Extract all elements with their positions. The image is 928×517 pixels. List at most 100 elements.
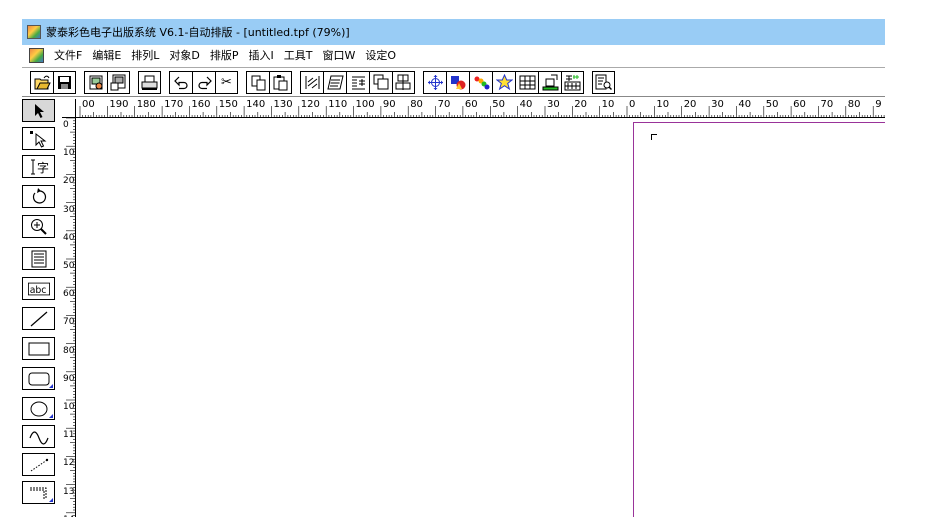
ruler-label: 40 <box>519 99 533 110</box>
open-button[interactable] <box>30 70 53 94</box>
ruler-label: 190 <box>109 99 129 110</box>
curve-tool[interactable] <box>22 425 55 448</box>
vertical-ruler[interactable]: 0102030405060708090100110120130140 <box>62 118 76 517</box>
rounded-rect-icon <box>28 372 49 385</box>
toolbar-group-edit: ✂ <box>169 70 238 94</box>
pinyin-button[interactable] <box>561 70 584 94</box>
move-button[interactable] <box>423 70 446 94</box>
toolbar-group-preview <box>592 70 615 94</box>
import-image-button[interactable] <box>84 70 107 94</box>
select-arrow-tool[interactable] <box>22 99 55 122</box>
text-cursor-icon: 字 <box>30 159 49 175</box>
line-icon <box>30 311 47 326</box>
layer-stack-button[interactable] <box>369 70 392 94</box>
ruler-label: 10 <box>601 99 615 110</box>
text-tool[interactable]: 字 <box>22 155 55 178</box>
dotted-line-tool[interactable] <box>22 453 55 476</box>
menu-tools[interactable]: 工具T <box>279 47 318 63</box>
preview-button[interactable] <box>592 70 615 94</box>
ruler-label: 180 <box>136 99 156 110</box>
color-button[interactable] <box>469 70 492 94</box>
menu-typeset[interactable]: 排版P <box>205 47 244 63</box>
text-wrap-icon <box>351 76 365 89</box>
menu-bar: 文件F 编辑E 排列L 对象D 排版P 插入I 工具T 窗口W 设定O <box>22 45 885 65</box>
table-tool[interactable] <box>22 481 55 504</box>
ruler-label: 80 <box>847 99 861 110</box>
menu-insert[interactable]: 插入I <box>244 47 279 63</box>
menu-arrange[interactable]: 排列L <box>126 47 164 63</box>
ruler-label: 0 <box>629 99 636 110</box>
ruler-label: 120 <box>300 99 320 110</box>
app-window: 蒙泰彩色电子出版系统 V6.1-自动排版 - [untitled.tpf (79… <box>0 0 885 517</box>
copy-button[interactable] <box>246 70 269 94</box>
rectangle-tool[interactable] <box>22 337 55 360</box>
ruler-label: 40 <box>738 99 752 110</box>
cut-button[interactable]: ✂ <box>215 70 238 94</box>
save-button[interactable] <box>53 70 76 94</box>
ruler-label: 00 <box>82 99 95 110</box>
print-button[interactable] <box>138 70 161 94</box>
layer-stack-icon <box>373 74 388 89</box>
preview-icon <box>595 74 612 90</box>
image-insert-icon <box>542 74 558 90</box>
open-folder-icon <box>34 75 51 89</box>
ruler-label: 70 <box>63 317 75 328</box>
rounded-rect-tool[interactable] <box>22 367 55 390</box>
export-image-button[interactable] <box>107 70 130 94</box>
menu-window[interactable]: 窗口W <box>318 47 361 63</box>
pinyin-icon <box>564 74 581 90</box>
export-image-icon <box>110 74 126 90</box>
copy-icon <box>251 75 265 90</box>
node-select-tool[interactable] <box>22 127 55 150</box>
ruler-label: 30 <box>711 99 724 110</box>
page-boundary <box>633 122 885 517</box>
document-menu-icon[interactable] <box>29 47 44 63</box>
rectangle-icon <box>28 342 49 355</box>
title-bar[interactable]: 蒙泰彩色电子出版系统 V6.1-自动排版 - [untitled.tpf (79… <box>22 19 885 45</box>
svg-text:abc: abc <box>29 284 46 295</box>
toolbar-group-image <box>84 70 130 94</box>
star-icon <box>495 73 513 90</box>
abc-text-tool[interactable]: abc <box>22 277 55 300</box>
text-block-icon <box>326 75 344 89</box>
ruler-label: 90 <box>382 99 396 110</box>
line-tool[interactable] <box>22 307 55 330</box>
move-crosshair-icon <box>427 74 443 90</box>
ruler-label: 170 <box>164 99 184 110</box>
ruler-label: 120 <box>63 458 75 469</box>
app-icon[interactable] <box>27 25 41 39</box>
redo-button[interactable] <box>192 70 215 94</box>
ruler-label: 70 <box>820 99 834 110</box>
table-button[interactable] <box>515 70 538 94</box>
ruler-label: 0 <box>63 120 69 130</box>
text-flow-button[interactable] <box>300 70 323 94</box>
star-button[interactable] <box>492 70 515 94</box>
menu-edit[interactable]: 编辑E <box>87 47 126 63</box>
ruler-label: 100 <box>63 402 75 412</box>
ruler-corner[interactable] <box>62 99 76 118</box>
node-arrow-icon <box>29 130 46 148</box>
undo-button[interactable] <box>169 70 192 94</box>
color-palette-icon <box>474 76 489 89</box>
ruler-label: 140 <box>246 99 266 110</box>
ruler-label: 80 <box>410 99 423 110</box>
align-button[interactable] <box>392 70 415 94</box>
ellipse-tool[interactable] <box>22 397 55 420</box>
menu-settings[interactable]: 设定O <box>360 47 401 63</box>
zoom-tool[interactable] <box>22 215 55 238</box>
horizontal-ruler[interactable]: 00 190 180 170 160 150 140 130 120 110 100 90 80 70 60… <box>76 99 885 118</box>
ruler-label: 70 <box>437 99 451 110</box>
ruler-label: 10 <box>656 99 670 110</box>
text-frame-tool[interactable] <box>22 247 55 270</box>
shape-fill-button[interactable] <box>446 70 469 94</box>
menu-file[interactable]: 文件F <box>49 47 87 63</box>
paste-button[interactable] <box>269 70 292 94</box>
magnifier-icon <box>30 218 47 235</box>
ruler-label: 130 <box>273 99 293 110</box>
rotate-tool[interactable] <box>22 185 55 208</box>
image-insert-button[interactable] <box>538 70 561 94</box>
text-wrap-button[interactable] <box>346 70 369 94</box>
menu-object[interactable]: 对象D <box>164 47 204 63</box>
table-frame-icon <box>29 487 46 499</box>
text-block-button[interactable] <box>323 70 346 94</box>
